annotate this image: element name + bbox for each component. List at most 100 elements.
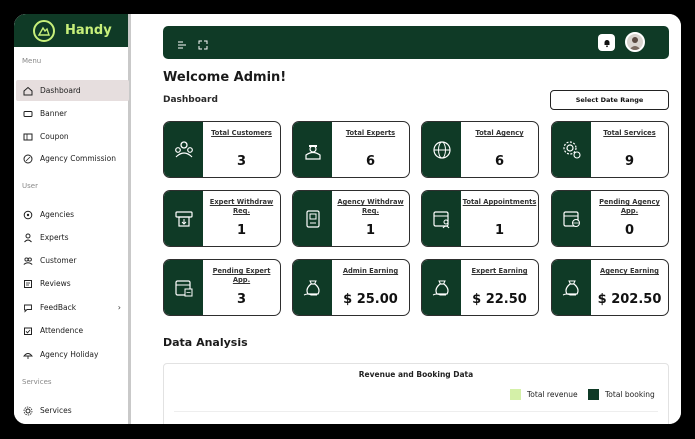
legend-swatch [588,389,599,400]
sidebar-item-experts[interactable]: Experts [16,227,129,248]
sidebar-item-label: Customer [40,256,77,265]
menu-toggle-icon[interactable] [176,36,188,49]
sidebar-item-label: Coupon [40,132,69,141]
fullscreen-icon[interactable] [197,36,209,50]
card-title: Total Experts [345,129,396,137]
sidebar-item-agencies[interactable]: Agencies [16,204,129,225]
sidebar-item-services[interactable]: Services [16,400,129,421]
device-frame: Handy Menu Dashboard Banner Coupon Agenc… [0,0,695,439]
stat-card-total-experts[interactable]: Total Experts 6 [292,121,410,178]
select-date-range-button[interactable]: Select Date Range [550,90,669,110]
money-bag-icon [293,260,332,315]
sidebar-item-agency-commission[interactable]: Agency Commission [16,148,129,169]
card-title: Agency Withdraw Req. [337,198,404,215]
card-value: $ 22.50 [472,292,527,307]
legend-swatch [510,389,521,400]
card-value: 6 [365,154,376,169]
card-value: 1 [236,223,247,238]
stat-card-total-customers[interactable]: Total Customers 3 [163,121,281,178]
banner-icon [22,108,33,119]
chevron-right-icon: › [117,303,121,312]
stat-card-pending-expert-app[interactable]: Pending Expert App. 3 [163,259,281,316]
main-content: Welcome Admin! Dashboard Select Date Ran… [131,14,681,424]
feedback-icon [22,302,33,313]
sidebar-item-dashboard[interactable]: Dashboard [16,80,129,101]
sidebar-item-banner[interactable]: Banner [16,103,129,124]
money-bag-icon [552,260,591,315]
avatar[interactable] [625,32,645,52]
section-label-services: Services [22,378,52,386]
sidebar-item-attendence[interactable]: Attendence [16,320,129,341]
card-value: 9 [624,154,635,169]
sidebar-item-reviews[interactable]: Reviews [16,273,129,294]
sidebar-item-label: Dashboard [40,86,81,95]
legend-total-revenue[interactable]: Total revenue [510,389,578,400]
experts-icon [293,122,332,177]
services-icon [22,405,33,416]
calendar-user-icon [422,191,461,246]
sidebar-item-feedback[interactable]: FeedBack › [16,297,129,318]
sidebar-item-label: Agency Holiday [40,350,99,359]
atm-icon [293,191,332,246]
card-value: 1 [494,223,505,238]
stat-card-admin-earning[interactable]: Admin Earning $ 25.00 [292,259,410,316]
stat-card-agency-withdraw[interactable]: Agency Withdraw Req. 1 [292,190,410,247]
section-title: Dashboard [163,95,218,105]
legend-label: Total booking [605,390,655,399]
card-title: Agency Earning [600,267,659,275]
card-value: 6 [494,154,505,169]
stat-card-pending-agency-app[interactable]: Pending Agency App. 0 [551,190,669,247]
gears-icon [552,122,591,177]
brand-name: Handy [65,23,112,38]
card-title: Pending Expert App. [212,267,271,284]
sidebar-item-label: Services [40,406,72,415]
card-value: 3 [236,154,247,169]
money-bag-icon [422,260,461,315]
stat-card-total-services[interactable]: Total Services 9 [551,121,669,178]
sidebar-item-customer[interactable]: Customer [16,250,129,271]
calendar-pending-icon [164,260,203,315]
chart-gridline [174,411,658,412]
legend-label: Total revenue [527,390,578,399]
logo-icon [33,19,55,42]
section-label-user: User [22,182,38,190]
notification-bell-icon[interactable] [598,34,615,51]
stat-card-total-agency[interactable]: Total Agency 6 [421,121,539,178]
stat-card-expert-earning[interactable]: Expert Earning $ 22.50 [421,259,539,316]
card-value: 0 [624,223,635,238]
card-title: Total Customers [211,129,272,137]
app-screen: Handy Menu Dashboard Banner Coupon Agenc… [14,14,681,424]
card-title: Total Services [603,129,656,137]
experts-icon [22,232,33,243]
legend-total-booking[interactable]: Total booking [588,389,655,400]
stat-card-total-appointments[interactable]: Total Appointments 1 [421,190,539,247]
revenue-booking-chart: Revenue and Booking Data Total revenue T… [163,363,669,424]
commission-icon [22,153,33,164]
card-title: Total Appointments [462,198,537,206]
customer-icon [22,255,33,266]
sidebar-item-agency-holiday[interactable]: Agency Holiday [16,344,129,365]
sidebar-item-label: Reviews [40,279,71,288]
sidebar: Handy Menu Dashboard Banner Coupon Agenc… [14,14,131,424]
data-analysis-title: Data Analysis [163,336,248,349]
card-title: Pending Agency App. [599,198,660,215]
chart-title: Revenue and Booking Data [358,370,474,379]
card-value: $ 25.00 [343,292,398,307]
customers-icon [164,122,203,177]
sidebar-item-label: Experts [40,233,69,242]
card-title: Admin Earning [342,267,399,275]
stat-card-expert-withdraw[interactable]: Expert Withdraw Req. 1 [163,190,281,247]
sidebar-item-label: Agency Commission [40,154,116,163]
card-value: 1 [365,223,376,238]
coupon-icon [22,131,33,142]
withdraw-icon [164,191,203,246]
card-value: $ 202.50 [597,292,662,307]
globe-icon [422,122,461,177]
sidebar-item-coupon[interactable]: Coupon [16,126,129,147]
card-title: Expert Earning [471,267,528,275]
reviews-icon [22,278,33,289]
card-title: Expert Withdraw Req. [209,198,274,215]
stat-card-agency-earning[interactable]: Agency Earning $ 202.50 [551,259,669,316]
card-title: Total Agency [475,129,524,137]
home-icon [22,85,33,96]
